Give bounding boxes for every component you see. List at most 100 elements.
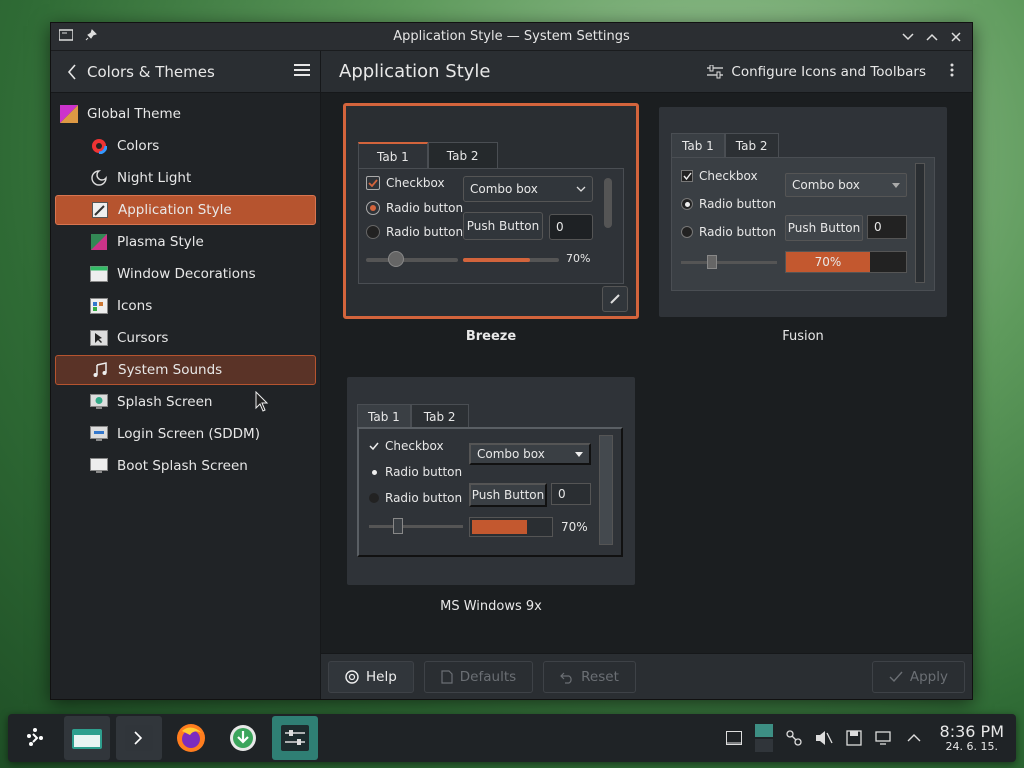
- sidebar-item-label: System Sounds: [118, 362, 223, 378]
- fusion-radio-2: Radio button: [681, 225, 776, 239]
- kde-launcher-icon: [27, 728, 43, 746]
- kde-connect-icon[interactable]: [784, 728, 804, 748]
- sidebar-item-plasma-style[interactable]: Plasma Style: [55, 227, 316, 257]
- expand-tray-icon[interactable]: [904, 728, 924, 748]
- win-radio-2: Radio button: [369, 491, 462, 505]
- sidebar-item-night-light[interactable]: Night Light: [55, 163, 316, 193]
- edit-style-button[interactable]: [602, 286, 628, 312]
- colors-icon: [89, 136, 109, 156]
- style-name-fusion: Fusion: [782, 329, 824, 344]
- system-settings-icon: [281, 725, 309, 751]
- volume-muted-icon[interactable]: [814, 728, 834, 748]
- minimize-button[interactable]: [900, 29, 916, 45]
- preview-radio-1: Radio button: [366, 201, 463, 215]
- app-menu-icon[interactable]: [58, 28, 74, 45]
- fusion-tab-1: Tab 1: [671, 133, 725, 158]
- taskbar-file-manager[interactable]: [64, 716, 110, 760]
- sidebar-item-label: Global Theme: [87, 106, 181, 122]
- fusion-checkbox: Checkbox: [681, 169, 758, 183]
- taskbar-system-settings[interactable]: [272, 716, 318, 760]
- preview-spinbox: 0: [549, 214, 593, 240]
- application-launcher-button[interactable]: [12, 716, 58, 760]
- sidebar-item-icons[interactable]: Icons: [55, 291, 316, 321]
- sidebar: Global Theme Colors Night Light Applicat…: [51, 93, 321, 699]
- hamburger-menu-icon[interactable]: [294, 63, 310, 81]
- window-title: Application Style — System Settings: [393, 29, 630, 44]
- configure-label: Configure Icons and Toolbars: [731, 63, 926, 80]
- undo-icon: [560, 672, 572, 684]
- cursors-icon: [89, 328, 109, 348]
- music-note-icon: [90, 360, 110, 380]
- style-name-ms-windows: MS Windows 9x: [440, 599, 542, 614]
- sidebar-item-label: Cursors: [117, 330, 169, 346]
- sidebar-item-label: Night Light: [117, 170, 192, 186]
- help-button[interactable]: Help: [328, 660, 414, 693]
- storage-icon[interactable]: [844, 728, 864, 748]
- style-card-ms-windows[interactable]: Tab 1 Tab 2 Checkbox Radio button Radio …: [347, 377, 635, 585]
- win-progress-fill: [472, 520, 527, 534]
- sidebar-item-cursors[interactable]: Cursors: [55, 323, 316, 353]
- preview-checkbox: Checkbox: [366, 176, 445, 190]
- checkmark-icon: [889, 671, 903, 682]
- sidebar-item-system-sounds[interactable]: System Sounds: [55, 355, 316, 385]
- style-grid: Tab 1 Tab 2 Checkbox Radio button Radio …: [321, 93, 972, 699]
- defaults-button[interactable]: Defaults: [423, 660, 534, 693]
- sidebar-item-login-screen[interactable]: Login Screen (SDDM): [55, 419, 316, 449]
- application-style-icon: [90, 200, 110, 220]
- win-spinbox: 0: [551, 483, 591, 505]
- mouse-cursor-icon: [255, 391, 269, 412]
- win-tab-2: Tab 2: [410, 404, 469, 429]
- close-button[interactable]: [948, 29, 964, 45]
- win-checkbox: Checkbox: [369, 439, 444, 453]
- win-tab-1: Tab 1: [357, 404, 411, 429]
- plasma-style-icon: [89, 232, 109, 252]
- sidebar-item-global-theme[interactable]: Global Theme: [55, 99, 316, 129]
- overflow-menu-icon[interactable]: [950, 63, 954, 81]
- night-light-icon: [89, 168, 109, 188]
- network-icon[interactable]: [874, 728, 894, 748]
- pager-icon[interactable]: [754, 724, 774, 752]
- back-button[interactable]: [61, 61, 83, 83]
- sidebar-item-colors[interactable]: Colors: [55, 131, 316, 161]
- sidebar-item-boot-splash[interactable]: Boot Splash Screen: [55, 451, 316, 481]
- footer-bar: Help Defaults Reset Apply: [321, 653, 972, 699]
- sidebar-item-window-decorations[interactable]: Window Decorations: [55, 259, 316, 289]
- firefox-icon: [177, 724, 205, 752]
- titlebar[interactable]: Application Style — System Settings: [51, 23, 972, 51]
- win-combo: Combo box: [469, 443, 591, 465]
- style-card-fusion[interactable]: Tab 1 Tab 2 Checkbox Radio button Radio …: [659, 107, 947, 317]
- page-title: Application Style: [339, 61, 491, 82]
- icons-icon: [89, 296, 109, 316]
- fusion-progress-fill: 70%: [786, 252, 870, 272]
- style-card-breeze[interactable]: Tab 1 Tab 2 Checkbox Radio button Radio …: [343, 103, 639, 319]
- sidebar-item-application-style[interactable]: Application Style: [55, 195, 316, 225]
- pin-icon[interactable]: [85, 28, 97, 45]
- sidebar-item-label: Login Screen (SDDM): [117, 426, 260, 442]
- preview-radio-2: Radio button: [366, 225, 463, 239]
- win-progress-bar: [469, 517, 553, 537]
- boot-splash-icon: [89, 456, 109, 476]
- taskbar-terminal[interactable]: [116, 716, 162, 760]
- global-theme-icon: [59, 104, 79, 124]
- show-desktop-icon[interactable]: [724, 728, 744, 748]
- apply-button[interactable]: Apply: [871, 660, 965, 693]
- reset-button[interactable]: Reset: [543, 660, 636, 693]
- clock-date: 24. 6. 15.: [945, 739, 998, 753]
- sidebar-item-label: Boot Splash Screen: [117, 458, 248, 474]
- style-name-breeze: Breeze: [465, 329, 517, 344]
- taskbar-discover[interactable]: [220, 716, 266, 760]
- maximize-button[interactable]: [924, 29, 940, 45]
- fusion-spinbox: 0: [867, 215, 907, 239]
- win-radio-1: Radio button: [369, 465, 462, 479]
- win-push-button: Push Button: [469, 483, 547, 507]
- fusion-radio-1: Radio button: [681, 197, 776, 211]
- login-screen-icon: [89, 424, 109, 444]
- download-icon: [230, 725, 256, 751]
- taskbar-firefox[interactable]: [168, 716, 214, 760]
- digital-clock[interactable]: 8:36 PM 24. 6. 15.: [940, 723, 1004, 753]
- fusion-tab-2: Tab 2: [724, 133, 779, 158]
- sidebar-item-label: Application Style: [118, 202, 232, 218]
- preview-tab-1: Tab 1: [358, 142, 428, 170]
- configure-icons-toolbars-button[interactable]: Configure Icons and Toolbars: [707, 64, 926, 80]
- sidebar-item-splash-screen[interactable]: Splash Screen: [55, 387, 316, 417]
